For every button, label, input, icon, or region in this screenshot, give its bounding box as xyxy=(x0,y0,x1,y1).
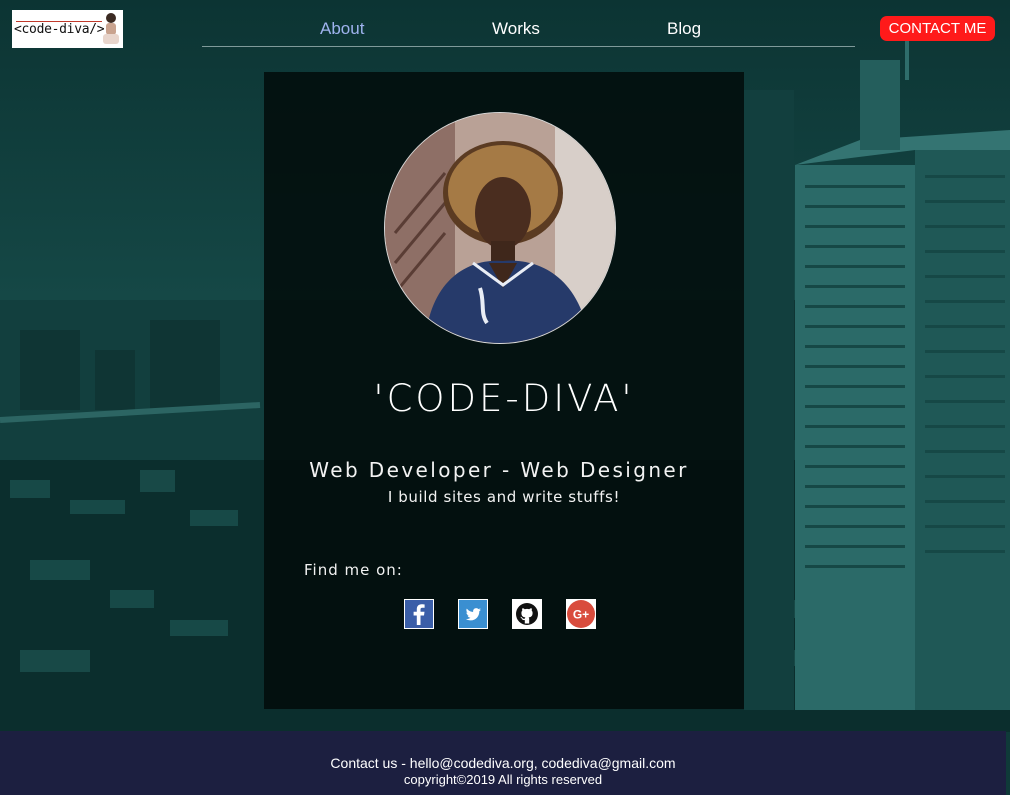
svg-text:G+: G+ xyxy=(573,608,589,622)
twitter-icon xyxy=(458,599,488,629)
profile-avatar xyxy=(384,112,616,344)
find-me-label: Find me on: xyxy=(304,561,403,579)
github-icon xyxy=(512,599,542,629)
nav-item-blog[interactable]: Blog xyxy=(667,19,701,39)
profile-name: 'CODE-DIVA' xyxy=(373,377,635,420)
footer-copyright: copyright©2019 All rights reserved xyxy=(403,772,603,787)
nav-item-about[interactable]: About xyxy=(320,19,364,39)
site-logo[interactable]: <code-diva/> xyxy=(12,10,123,48)
profile-role: Web Developer - Web Designer xyxy=(309,458,689,482)
github-link[interactable] xyxy=(512,599,542,629)
profile-tagline: I build sites and write stuffs! xyxy=(387,488,621,506)
logo-text: <code-diva/> xyxy=(14,22,105,37)
contact-me-button[interactable]: CONTACT ME xyxy=(880,16,995,41)
main-navigation: About Works Blog xyxy=(202,17,855,47)
facebook-link[interactable] xyxy=(404,599,434,629)
footer-contact-text: Contact us - hello@codediva.org, codediv… xyxy=(330,755,676,771)
nav-item-works[interactable]: Works xyxy=(492,19,540,39)
google-plus-link[interactable]: G+ xyxy=(566,599,596,629)
site-footer: Contact us - hello@codediva.org, codediv… xyxy=(0,731,1006,795)
google-plus-icon: G+ xyxy=(566,599,596,629)
facebook-icon xyxy=(404,599,434,629)
logo-figure-icon xyxy=(103,13,119,44)
profile-card: 'CODE-DIVA' Web Developer - Web Designer… xyxy=(264,72,744,709)
twitter-link[interactable] xyxy=(458,599,488,629)
